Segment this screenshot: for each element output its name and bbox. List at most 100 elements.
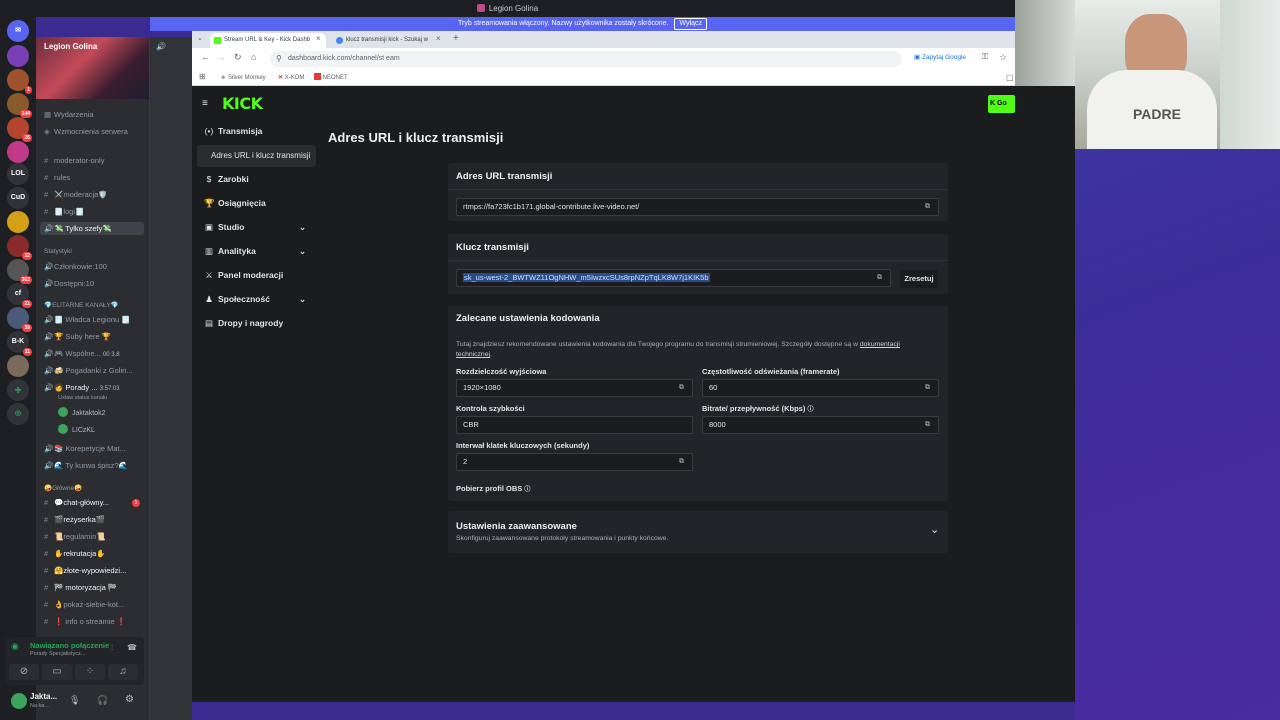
channel-item[interactable]: # 💬chat-główny...: [44, 498, 144, 507]
server-icon[interactable]: [7, 355, 29, 377]
close-tab-icon[interactable]: ×: [436, 34, 441, 43]
add-server-icon[interactable]: +: [7, 379, 29, 401]
channel-item[interactable]: # ✋rekrutacja✋: [44, 549, 144, 558]
subnav-stream-url-key[interactable]: Adres URL i klucz transmisji: [197, 145, 316, 167]
avatar[interactable]: [11, 693, 27, 709]
user-name[interactable]: Jakta...: [30, 692, 57, 701]
microphone-icon[interactable]: 🎙: [69, 695, 80, 706]
bitrate-field[interactable]: 8000 ⧉: [702, 416, 939, 434]
server-icon[interactable]: 26: [7, 117, 32, 142]
bookmark-item[interactable]: NEONET: [314, 70, 348, 86]
category-main[interactable]: 🤪Główne🤪: [44, 484, 82, 492]
info-icon[interactable]: ⓘ: [524, 487, 530, 493]
category-stats[interactable]: Statystyki: [44, 248, 72, 255]
address-bar[interactable]: ⚲ dashboard.kick.com/channel/st eam: [270, 51, 902, 67]
nav-osiagniecia[interactable]: 🏆 Osiągnięcia: [204, 198, 266, 209]
server-icon[interactable]: [7, 141, 29, 163]
voice-channel-connected[interactable]: 🔊🧑 Porady ... 3:57:03: [44, 383, 144, 392]
stream-url-field[interactable]: rtmps://fa723fc1b171.global-contribute.l…: [456, 198, 939, 216]
server-icon[interactable]: [7, 45, 29, 67]
camera-off-icon[interactable]: ⊘: [9, 664, 39, 680]
channel-item[interactable]: # ❗ info o streamie ❗: [44, 617, 144, 626]
disconnect-icon[interactable]: ☎: [127, 643, 137, 652]
server-icon[interactable]: 144: [7, 93, 32, 118]
copy-icon[interactable]: ⧉: [679, 457, 687, 466]
framerate-field[interactable]: 60 ⧉: [702, 379, 939, 397]
channel-item[interactable]: # rules: [44, 173, 144, 182]
channel-item[interactable]: # ⚔️moderacja🛡️: [44, 190, 144, 199]
server-icon[interactable]: 39: [7, 307, 32, 332]
server-icon[interactable]: [7, 211, 29, 233]
close-tab-icon[interactable]: ×: [316, 34, 321, 43]
nav-panel-moderacji[interactable]: ⚔ Panel moderacji: [204, 270, 283, 281]
discord-home-icon[interactable]: ✉: [7, 20, 29, 42]
reset-key-button[interactable]: Zresetuj: [900, 270, 938, 288]
voice-channel-selected[interactable]: 🔊💸 Tylko szefy💸: [40, 222, 144, 235]
explore-icon[interactable]: ◎: [7, 403, 29, 425]
server-icon[interactable]: 1: [7, 69, 32, 94]
soundboard-icon[interactable]: ♫: [108, 664, 138, 680]
server-cud[interactable]: CuD: [7, 187, 29, 209]
nav-zarobki[interactable]: $ Zarobki: [204, 174, 249, 184]
all-bookmarks-icon[interactable]: ▢: [1006, 73, 1014, 82]
keyframe-field[interactable]: 2 ⧉: [456, 453, 693, 471]
advanced-settings-card[interactable]: Ustawienia zaawansowane Skonfiguruj zaaw…: [448, 511, 948, 553]
copy-icon[interactable]: ⧉: [877, 273, 885, 282]
server-icon[interactable]: 362: [7, 259, 32, 284]
new-tab-icon[interactable]: +: [453, 33, 459, 44]
category-elite[interactable]: 💎ELITARNE KANAŁY💎: [44, 301, 119, 309]
nav-transmisja[interactable]: (•) Transmisja: [204, 126, 263, 136]
bookmark-star-icon[interactable]: ☆: [999, 52, 1007, 63]
ask-google-button[interactable]: ▣ Zapytaj Google: [914, 53, 966, 61]
nav-analityka[interactable]: ▥ Analityka ⌄: [204, 246, 306, 257]
voice-channel[interactable]: 🔊🎮 Wspólne... 00 3.8: [44, 349, 144, 358]
voice-channel[interactable]: 🔊📚 Korepetycje Mat...: [44, 444, 144, 453]
tab-kick-dashboard[interactable]: Stream URL & Key - Kick Dashb: [210, 33, 326, 48]
home-icon[interactable]: ⌂: [251, 52, 256, 62]
tab-google-search[interactable]: klucz transmisji kick - Szukaj w: [332, 33, 444, 48]
voice-user[interactable]: Jaktaktok2: [58, 407, 105, 417]
set-channel-status[interactable]: Ustaw status kanału: [58, 395, 107, 401]
events-item[interactable]: ▦ Wydarzenia: [44, 110, 144, 119]
boosts-item[interactable]: ◈ Wzmocnienia serwera: [44, 127, 144, 136]
voice-user[interactable]: LICzKL: [58, 424, 95, 434]
activities-icon[interactable]: ⁘: [75, 664, 105, 680]
info-icon[interactable]: ⓘ: [807, 407, 813, 413]
server-lol[interactable]: LOL: [7, 163, 29, 185]
channel-item[interactable]: # 🗒️logi🗒️: [44, 207, 144, 216]
settings-gear-icon[interactable]: ⚙: [125, 694, 134, 705]
nav-spolecznosc[interactable]: ♟ Społeczność ⌄: [204, 294, 306, 305]
voice-connected-label[interactable]: Nawiązano połączenie: [30, 641, 109, 650]
resolution-field[interactable]: 1920×1080 ⧉: [456, 379, 693, 397]
noise-icon[interactable]: ⫶: [111, 643, 113, 653]
go-live-button[interactable]: K Go: [988, 95, 1015, 113]
obs-profile-link[interactable]: Pobierz profil OBS ⓘ: [456, 484, 530, 493]
voice-channel[interactable]: 🔊🌊 Ty kurwa śpisz?🌊: [44, 461, 144, 470]
rate-control-field[interactable]: CBR: [456, 416, 693, 434]
bookmark-item[interactable]: ✕ X-KOM: [278, 70, 304, 86]
server-name[interactable]: Legion Golina: [44, 42, 97, 51]
voice-channel[interactable]: 🔊🏆 Suby here 🏆: [44, 332, 144, 341]
site-info-icon[interactable]: ⚲: [276, 51, 282, 67]
chevron-down-icon[interactable]: ⌄: [930, 523, 939, 536]
headphones-icon[interactable]: 🎧: [97, 695, 108, 706]
bookmark-item[interactable]: ☻ Silver Monkey: [220, 70, 266, 86]
copy-icon[interactable]: ⧉: [925, 202, 933, 211]
apps-grid-icon[interactable]: ⊞: [199, 72, 206, 81]
disable-streamer-mode-button[interactable]: Wyłącz: [674, 18, 707, 30]
forward-icon[interactable]: →: [217, 52, 226, 62]
nav-studio[interactable]: ▣ Studio ⌄: [204, 222, 306, 233]
channel-item[interactable]: # 👌pokaż-siebie-kot...: [44, 600, 144, 609]
tab-search-icon[interactable]: ⌄: [197, 34, 203, 42]
channel-item[interactable]: # 🎬reżyserka🎬: [44, 515, 144, 524]
screen-share-icon[interactable]: ▭: [42, 664, 72, 680]
stream-key-field[interactable]: sk_us-west-2_BWTWZ11OgNHW_m5IwzxcSUs8rpN…: [456, 269, 891, 287]
copy-icon[interactable]: ⧉: [679, 383, 687, 392]
voice-channel[interactable]: 🔊🗒️ Władca Legionu 🗒️: [44, 315, 144, 324]
password-key-icon[interactable]: ⚿: [982, 52, 988, 62]
channel-item[interactable]: # moderator-only: [44, 156, 144, 165]
server-cf[interactable]: cf 21: [7, 283, 32, 308]
channel-item[interactable]: # 📜regulamin📜: [44, 532, 144, 541]
copy-icon[interactable]: ⧉: [925, 420, 933, 429]
channel-item[interactable]: # 🤗złote-wypowiedzi...: [44, 566, 144, 575]
